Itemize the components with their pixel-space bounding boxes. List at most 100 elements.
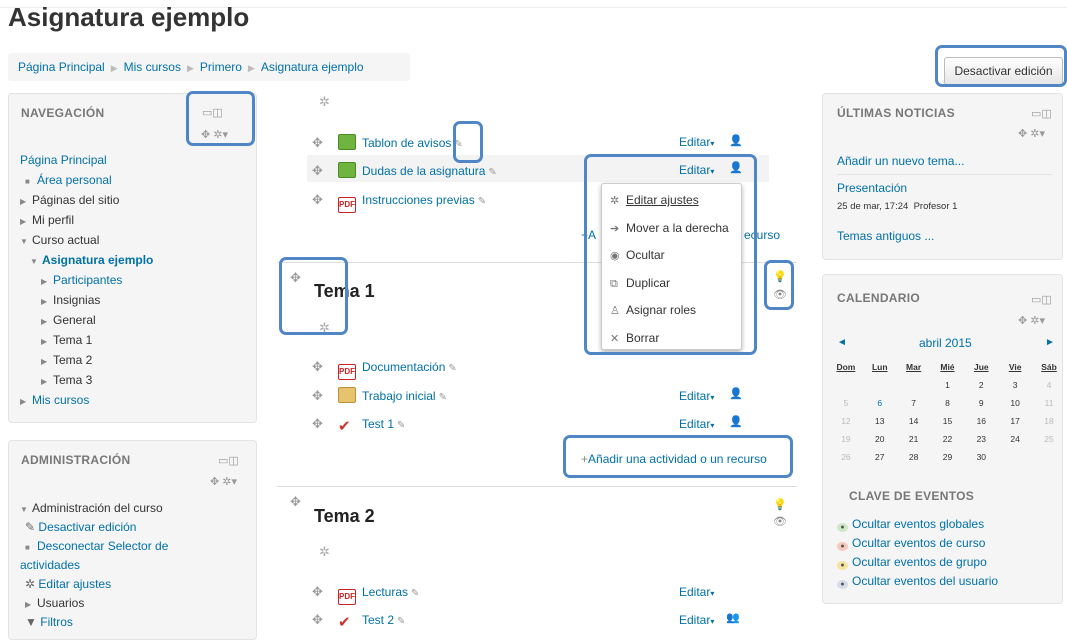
pencil-icon[interactable]: ✎: [488, 167, 496, 178]
news-post-link[interactable]: Presentación: [837, 181, 907, 195]
dock-block-icon[interactable]: ▭◫: [1031, 107, 1052, 120]
move-icon[interactable]: ✥: [312, 188, 323, 212]
user-icon[interactable]: 👤: [729, 134, 743, 147]
section-gear-icon[interactable]: ✲: [319, 544, 330, 560]
move-icon[interactable]: ✥: [312, 608, 323, 632]
breadcrumb-category[interactable]: Primero: [200, 60, 242, 74]
users-icon[interactable]: 👥: [726, 611, 740, 624]
chevron-down-icon[interactable]: ▼: [30, 252, 42, 272]
user-icon[interactable]: 👤: [729, 415, 743, 428]
pencil-icon[interactable]: ✎: [397, 420, 405, 431]
edit-menu-trigger[interactable]: Editar▾: [679, 417, 714, 431]
nav-current-course[interactable]: Curso actual: [32, 233, 99, 247]
breadcrumb-course[interactable]: Asignatura ejemplo: [261, 60, 364, 74]
calendar-month[interactable]: abril 2015: [919, 336, 972, 350]
move-icon[interactable]: ✥: [312, 131, 323, 155]
nav-badges[interactable]: Insignias: [53, 293, 100, 307]
nav-home[interactable]: Página Principal: [20, 153, 107, 167]
chevron-right-icon[interactable]: ▶: [41, 332, 53, 352]
chevron-right-icon[interactable]: ▶: [41, 292, 53, 312]
chevron-right-icon[interactable]: ▶: [41, 372, 53, 392]
activity-link[interactable]: Instrucciones previas: [362, 193, 475, 207]
move-icon[interactable]: ✥: [312, 412, 323, 436]
nav-site-pages[interactable]: Páginas del sitio: [32, 193, 119, 207]
pencil-icon[interactable]: ✎: [478, 196, 486, 207]
nav-topic-3[interactable]: Tema 3: [53, 373, 92, 387]
pencil-icon[interactable]: ✎: [411, 588, 419, 599]
activity-link[interactable]: Lecturas: [362, 585, 408, 599]
chevron-right-icon[interactable]: ▶: [20, 212, 32, 232]
nav-course-name[interactable]: Asignatura ejemplo: [42, 253, 153, 267]
admin-course-admin[interactable]: Administración del curso: [32, 501, 163, 515]
activity-link[interactable]: Documentación: [362, 360, 445, 374]
admin-activity-chooser[interactable]: Desconectar Selector de: [37, 539, 168, 553]
pencil-icon[interactable]: ✎: [439, 392, 447, 403]
breadcrumb-my-courses[interactable]: Mis cursos: [124, 60, 181, 74]
event-filter-label[interactable]: Ocultar eventos de grupo: [852, 555, 987, 569]
nav-topic-1[interactable]: Tema 1: [53, 333, 92, 347]
chevron-down-icon[interactable]: ▼: [20, 232, 32, 252]
highlight-icon[interactable]: 💡: [773, 498, 787, 511]
edit-menu-trigger[interactable]: Editar▾: [679, 585, 714, 599]
move-section-icon[interactable]: ✥: [290, 494, 301, 510]
nav-profile[interactable]: Mi perfil: [32, 213, 74, 227]
eye-icon[interactable]: 👁: [773, 515, 787, 528]
move-gear-icon[interactable]: ✥ ✲▾: [1018, 127, 1045, 140]
activity-link[interactable]: Tablon de avisos: [362, 136, 451, 150]
event-filter-user[interactable]: ● Ocultar eventos del usuario: [837, 572, 998, 591]
calendar-day-event[interactable]: 6: [863, 394, 897, 412]
nav-topic-2[interactable]: Tema 2: [53, 353, 92, 367]
move-gear-icon[interactable]: ✥ ✲▾: [1018, 314, 1045, 327]
move-icon[interactable]: ✥: [312, 580, 323, 604]
chevron-right-icon[interactable]: ▶: [20, 392, 32, 412]
event-filter-label[interactable]: Ocultar eventos de curso: [852, 536, 985, 550]
dock-block-icon[interactable]: ▭◫: [218, 454, 239, 467]
edit-label[interactable]: Editar: [679, 417, 710, 431]
admin-filters[interactable]: Filtros: [40, 615, 73, 629]
breadcrumb-home[interactable]: Página Principal: [18, 60, 105, 74]
event-filter-label[interactable]: Ocultar eventos del usuario: [852, 574, 998, 588]
nav-my-courses[interactable]: Mis cursos: [32, 393, 89, 407]
pencil-icon[interactable]: ✎: [448, 363, 456, 374]
edit-label[interactable]: Editar: [679, 613, 710, 627]
edit-menu-trigger[interactable]: Editar▾: [679, 613, 714, 627]
activity-link[interactable]: Trabajo inicial: [362, 389, 436, 403]
chevron-right-icon[interactable]: ▶: [41, 312, 53, 332]
user-icon[interactable]: 👤: [729, 387, 743, 400]
event-filter-course[interactable]: ● Ocultar eventos de curso: [837, 534, 998, 553]
add-topic-link[interactable]: Añadir un nuevo tema...: [837, 154, 964, 168]
admin-edit-settings[interactable]: Editar ajustes: [38, 577, 111, 591]
move-icon[interactable]: ✥: [312, 355, 323, 379]
event-filter-label[interactable]: Ocultar eventos globales: [852, 517, 984, 531]
edit-menu-trigger[interactable]: Editar▾: [679, 389, 714, 403]
admin-turn-editing-off[interactable]: Desactivar edición: [38, 520, 136, 534]
event-filter-global[interactable]: ● Ocultar eventos globales: [837, 515, 998, 534]
event-filter-group[interactable]: ● Ocultar eventos de grupo: [837, 553, 998, 572]
activity-link[interactable]: Test 1: [362, 417, 394, 431]
edit-label[interactable]: Editar: [679, 389, 710, 403]
admin-activity-chooser-cont[interactable]: actividades: [20, 558, 80, 572]
edit-label[interactable]: Editar: [679, 135, 710, 149]
chevron-down-icon[interactable]: ▼: [20, 500, 32, 519]
admin-users[interactable]: Usuarios: [37, 596, 84, 610]
section-gear-icon[interactable]: ✲: [319, 94, 330, 110]
nav-general[interactable]: General: [53, 313, 96, 327]
edit-menu-trigger[interactable]: Editar▾: [679, 135, 714, 149]
activity-link[interactable]: Dudas de la asignatura: [362, 164, 485, 178]
dock-block-icon[interactable]: ▭◫: [1031, 293, 1052, 306]
prev-month-icon[interactable]: ◄: [837, 337, 847, 348]
chevron-right-icon[interactable]: ▶: [41, 272, 53, 292]
nav-participants[interactable]: Participantes: [53, 273, 122, 287]
pencil-icon[interactable]: ✎: [397, 616, 405, 627]
move-gear-icon[interactable]: ✥ ✲▾: [210, 475, 237, 488]
chevron-right-icon[interactable]: ▶: [25, 595, 37, 614]
nav-dashboard[interactable]: Área personal: [37, 173, 112, 187]
chevron-right-icon[interactable]: ▶: [41, 352, 53, 372]
activity-link[interactable]: Test 2: [362, 613, 394, 627]
move-icon[interactable]: ✥: [312, 159, 323, 183]
older-topics-link[interactable]: Temas antiguos ...: [837, 229, 934, 243]
next-month-icon[interactable]: ►: [1045, 337, 1055, 348]
chevron-right-icon[interactable]: ▶: [20, 192, 32, 212]
move-icon[interactable]: ✥: [312, 384, 323, 408]
edit-label[interactable]: Editar: [679, 585, 710, 599]
